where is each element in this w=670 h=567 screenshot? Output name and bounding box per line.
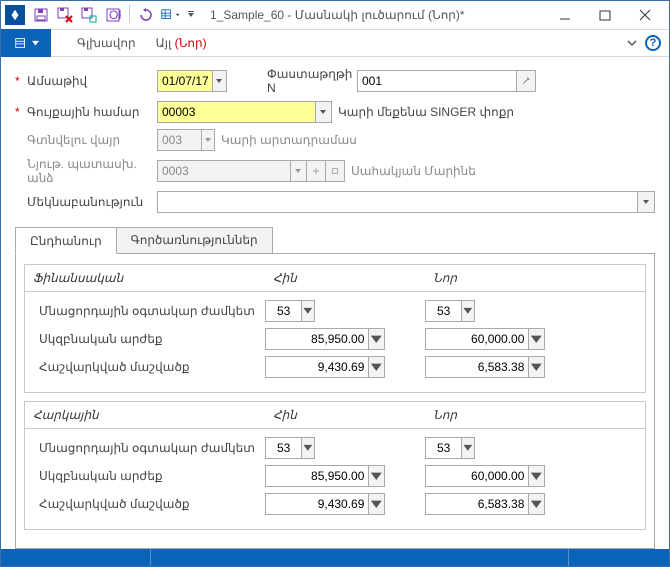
date-label: Ամսաթիվ: [27, 74, 157, 88]
fin-accdep-new[interactable]: [425, 356, 545, 378]
fin-initial-label: Սկզբնական արժեք: [33, 332, 265, 346]
refresh-icon[interactable]: [136, 5, 156, 25]
asset-field[interactable]: [157, 101, 332, 123]
tax-remaining-new[interactable]: [425, 437, 475, 459]
menu-other-label: Այլ: [156, 36, 172, 50]
responsible-label: Նյութ. պատասխ. անձ: [27, 157, 157, 185]
help-icon[interactable]: ?: [645, 35, 661, 51]
chevron-down-icon[interactable]: [301, 438, 314, 458]
fin-accdep-old[interactable]: [265, 356, 385, 378]
required-mark: *: [15, 74, 23, 88]
menu-main[interactable]: Գլխավոր: [67, 30, 146, 56]
fin-initial-old[interactable]: [265, 328, 385, 350]
revert-icon[interactable]: ORE: [103, 5, 123, 25]
location-description: Կարի արտադրամաս: [221, 133, 357, 147]
add-button: [306, 160, 326, 182]
main-menu-button[interactable]: [1, 29, 51, 57]
responsible-dropdown-icon: [290, 161, 306, 181]
chevron-down-icon[interactable]: [528, 357, 544, 377]
chevron-down-icon[interactable]: [368, 357, 384, 377]
responsible-description: Սահակյան Մարինե: [351, 164, 476, 178]
location-input: [158, 130, 201, 150]
location-field: [157, 129, 215, 151]
tax-initial-label: Սկզբնական արժեք: [33, 469, 265, 483]
fin-col-new: Նոր: [425, 265, 585, 291]
fin-remaining-label: Մնացորդային օգտակար ժամկետ: [33, 304, 265, 318]
chevron-down-icon[interactable]: [368, 329, 384, 349]
fin-remaining-old[interactable]: [265, 300, 315, 322]
menu-new-suffix: (Նոր): [175, 36, 207, 50]
docnum-wand-button[interactable]: [516, 70, 536, 92]
comment-dropdown-icon[interactable]: [637, 192, 654, 212]
location-dropdown-icon: [201, 130, 214, 150]
tax-accdep-new[interactable]: [425, 493, 545, 515]
tax-remaining-label: Մնացորդային օգտակար ժամկետ: [33, 441, 265, 455]
maximize-button[interactable]: [585, 1, 625, 29]
location-label: Գտնվելու վայր: [27, 133, 157, 147]
asset-description: Կարի մեքենա SINGER փոքր: [338, 105, 514, 119]
asset-dropdown-icon[interactable]: [315, 102, 331, 122]
date-field[interactable]: [157, 70, 227, 92]
svg-text:ORE: ORE: [109, 8, 121, 22]
tab-operations[interactable]: Գործառնություններ: [116, 227, 273, 253]
date-dropdown-icon[interactable]: [212, 71, 226, 91]
comment-label: Մեկնաբանություն: [27, 195, 157, 209]
save-icon[interactable]: [31, 5, 51, 25]
fin-initial-new[interactable]: [425, 328, 545, 350]
minimize-button[interactable]: [545, 1, 585, 29]
chevron-down-icon[interactable]: [528, 466, 544, 486]
tax-initial-new[interactable]: [425, 465, 545, 487]
chevron-down-icon[interactable]: [461, 438, 474, 458]
required-mark: *: [15, 105, 23, 119]
chevron-down-icon[interactable]: [301, 301, 314, 321]
chevron-down-icon[interactable]: [627, 38, 637, 48]
docnum-field[interactable]: [357, 70, 517, 92]
chevron-down-icon[interactable]: [461, 301, 474, 321]
chevron-down-icon[interactable]: [368, 494, 384, 514]
section-financial: Ֆինանսական Հին Նոր Մնացորդային օգտակար ժ…: [24, 264, 646, 393]
fin-remaining-new[interactable]: [425, 300, 475, 322]
grid-icon[interactable]: [160, 5, 180, 25]
fin-col-old: Հին: [265, 265, 425, 291]
tax-remaining-old[interactable]: [265, 437, 315, 459]
tax-initial-old[interactable]: [265, 465, 385, 487]
chevron-down-icon[interactable]: [528, 329, 544, 349]
asset-input[interactable]: [158, 102, 315, 122]
close-button[interactable]: [625, 1, 665, 29]
responsible-input: [158, 161, 290, 181]
date-input[interactable]: [158, 71, 212, 91]
overflow-icon[interactable]: [184, 5, 198, 25]
responsible-field: [157, 160, 307, 182]
tax-title: Հարկային: [25, 402, 265, 428]
tax-col-new: Նոր: [425, 402, 585, 428]
window-title: 1_Sample_60 - Մասնակի լուծարում (Նոր)*: [210, 8, 545, 22]
edit-button: [325, 160, 345, 182]
fin-title: Ֆինանսական: [25, 265, 265, 291]
docnum-input[interactable]: [358, 71, 516, 91]
tax-accdep-old[interactable]: [265, 493, 385, 515]
chevron-down-icon[interactable]: [528, 494, 544, 514]
tab-general[interactable]: Ընդհանուր: [15, 227, 117, 254]
save-new-icon[interactable]: [79, 5, 99, 25]
section-tax: Հարկային Հին Նոր Մնացորդային օգտակար ժամ…: [24, 401, 646, 530]
fin-accdep-label: Հաշվարկված մաշվածք: [33, 360, 265, 374]
asset-label: Գույքային համար: [27, 105, 157, 119]
status-bar: [1, 549, 669, 566]
tax-col-old: Հին: [265, 402, 425, 428]
menu-other[interactable]: Այլ (Նոր): [146, 30, 217, 56]
tax-accdep-label: Հաշվարկված մաշվածք: [33, 497, 265, 511]
save-close-icon[interactable]: [55, 5, 75, 25]
app-icon: [5, 5, 25, 25]
chevron-down-icon[interactable]: [368, 466, 384, 486]
docnum-label: Փաստաթղթի N: [267, 67, 357, 95]
comment-field[interactable]: [157, 191, 655, 213]
comment-input[interactable]: [158, 192, 637, 212]
